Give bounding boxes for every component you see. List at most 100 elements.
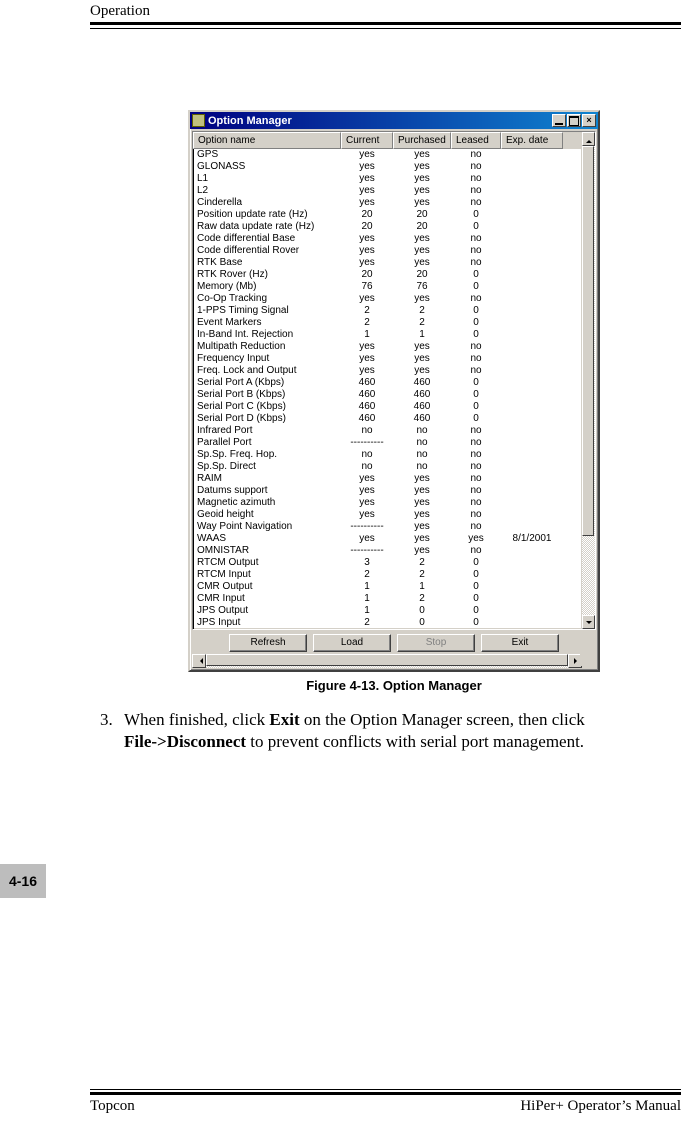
table-row[interactable]: Magnetic azimuthyesyesno	[193, 497, 581, 509]
table-cell: no	[451, 185, 501, 197]
table-cell: 0	[451, 581, 501, 593]
table-row[interactable]: Serial Port D (Kbps)4604600	[193, 413, 581, 425]
table-row[interactable]: RAIMyesyesno	[193, 473, 581, 485]
table-row[interactable]: RTCM Output320	[193, 557, 581, 569]
table-row[interactable]: Event Markers220	[193, 317, 581, 329]
table-cell	[501, 221, 563, 233]
table-cell: WAAS	[193, 533, 341, 545]
table-row[interactable]: Infrared Portnonono	[193, 425, 581, 437]
table-row[interactable]: Sp.Sp. Directnonono	[193, 461, 581, 473]
table-cell: yes	[341, 245, 393, 257]
load-button[interactable]: Load	[313, 634, 391, 652]
table-cell: yes	[341, 293, 393, 305]
table-row[interactable]: Memory (Mb)76760	[193, 281, 581, 293]
table-cell	[501, 425, 563, 437]
table-cell: no	[451, 293, 501, 305]
table-row[interactable]: CMR Output110	[193, 581, 581, 593]
table-row[interactable]: Way Point Navigation----------yesno	[193, 521, 581, 533]
maximize-button[interactable]	[567, 114, 581, 127]
scroll-down-button[interactable]	[582, 615, 595, 629]
scroll-thumb[interactable]	[582, 146, 594, 536]
hscroll-track[interactable]	[206, 654, 568, 668]
table-row[interactable]: L1yesyesno	[193, 173, 581, 185]
table-row[interactable]: Co-Op Trackingyesyesno	[193, 293, 581, 305]
table-cell: 1	[341, 329, 393, 341]
table-row[interactable]: RTK Rover (Hz)20200	[193, 269, 581, 281]
table-cell: Memory (Mb)	[193, 281, 341, 293]
table-row[interactable]: Serial Port B (Kbps)4604600	[193, 389, 581, 401]
options-listview[interactable]: Option name Current Purchased Leased Exp…	[192, 131, 596, 630]
listview-header[interactable]: Option name Current Purchased Leased Exp…	[193, 132, 581, 149]
table-cell: 2	[393, 305, 451, 317]
table-row[interactable]: Serial Port C (Kbps)4604600	[193, 401, 581, 413]
table-cell: no	[451, 173, 501, 185]
table-row[interactable]: Parallel Port----------nono	[193, 437, 581, 449]
col-option-name[interactable]: Option name	[193, 132, 341, 149]
table-row[interactable]: Position update rate (Hz)20200	[193, 209, 581, 221]
titlebar[interactable]: Option Manager ×	[190, 112, 598, 129]
table-row[interactable]: RTCM Input220	[193, 569, 581, 581]
table-cell	[501, 209, 563, 221]
minimize-button[interactable]	[552, 114, 566, 127]
table-row[interactable]: OMNISTAR----------yesno	[193, 545, 581, 557]
table-row[interactable]: GPSyesyesno	[193, 149, 581, 161]
table-cell: 460	[393, 389, 451, 401]
table-cell: 0	[451, 317, 501, 329]
table-row[interactable]: Freq. Lock and Outputyesyesno	[193, 365, 581, 377]
table-row[interactable]: 1-PPS Timing Signal220	[193, 305, 581, 317]
table-row[interactable]: Multipath Reductionyesyesno	[193, 341, 581, 353]
table-cell: RTCM Output	[193, 557, 341, 569]
table-row[interactable]: Frequency Inputyesyesno	[193, 353, 581, 365]
table-cell: 460	[393, 413, 451, 425]
col-current[interactable]: Current	[341, 132, 393, 149]
table-cell: yes	[341, 353, 393, 365]
scroll-left-button[interactable]	[192, 654, 206, 668]
table-cell: GPS	[193, 149, 341, 161]
table-cell: 20	[393, 269, 451, 281]
col-exp-date[interactable]: Exp. date	[501, 132, 563, 149]
table-cell: no	[451, 437, 501, 449]
table-row[interactable]: In-Band Int. Rejection110	[193, 329, 581, 341]
table-row[interactable]: Sp.Sp. Freq. Hop.nonono	[193, 449, 581, 461]
table-cell: yes	[393, 533, 451, 545]
table-row[interactable]: WAASyesyesyes8/1/2001	[193, 533, 581, 545]
col-leased[interactable]: Leased	[451, 132, 501, 149]
hscroll-thumb[interactable]	[206, 654, 568, 666]
table-cell	[501, 257, 563, 269]
table-row[interactable]: GLONASSyesyesno	[193, 161, 581, 173]
table-row[interactable]: Code differential Baseyesyesno	[193, 233, 581, 245]
table-cell: OMNISTAR	[193, 545, 341, 557]
table-row[interactable]: JPS Output100	[193, 605, 581, 617]
scroll-up-button[interactable]	[582, 132, 595, 146]
table-row[interactable]: L2yesyesno	[193, 185, 581, 197]
table-row[interactable]: Code differential Roveryesyesno	[193, 245, 581, 257]
table-row[interactable]: CMR Input120	[193, 593, 581, 605]
close-button[interactable]: ×	[582, 114, 596, 127]
table-cell: 460	[341, 389, 393, 401]
col-purchased[interactable]: Purchased	[393, 132, 451, 149]
table-row[interactable]: Serial Port A (Kbps)4604600	[193, 377, 581, 389]
table-row[interactable]: Raw data update rate (Hz)20200	[193, 221, 581, 233]
table-cell: no	[393, 425, 451, 437]
stop-button[interactable]: Stop	[397, 634, 475, 652]
table-cell: yes	[393, 365, 451, 377]
table-row[interactable]: JPS Input200	[193, 617, 581, 629]
vertical-scrollbar[interactable]	[581, 132, 595, 629]
table-row[interactable]: Datums supportyesyesno	[193, 485, 581, 497]
table-row[interactable]: RTK Baseyesyesno	[193, 257, 581, 269]
table-cell	[501, 197, 563, 209]
refresh-button[interactable]: Refresh	[229, 634, 307, 652]
table-cell: GLONASS	[193, 161, 341, 173]
table-row[interactable]: Cinderellayesyesno	[193, 197, 581, 209]
horizontal-scrollbar[interactable]	[192, 654, 582, 668]
table-cell: 0	[451, 413, 501, 425]
table-cell: yes	[393, 485, 451, 497]
table-cell	[501, 317, 563, 329]
table-cell: 76	[341, 281, 393, 293]
table-cell	[501, 473, 563, 485]
scroll-track[interactable]	[582, 146, 595, 615]
table-cell: no	[451, 257, 501, 269]
exit-button[interactable]: Exit	[481, 634, 559, 652]
table-cell	[501, 281, 563, 293]
table-row[interactable]: Geoid heightyesyesno	[193, 509, 581, 521]
